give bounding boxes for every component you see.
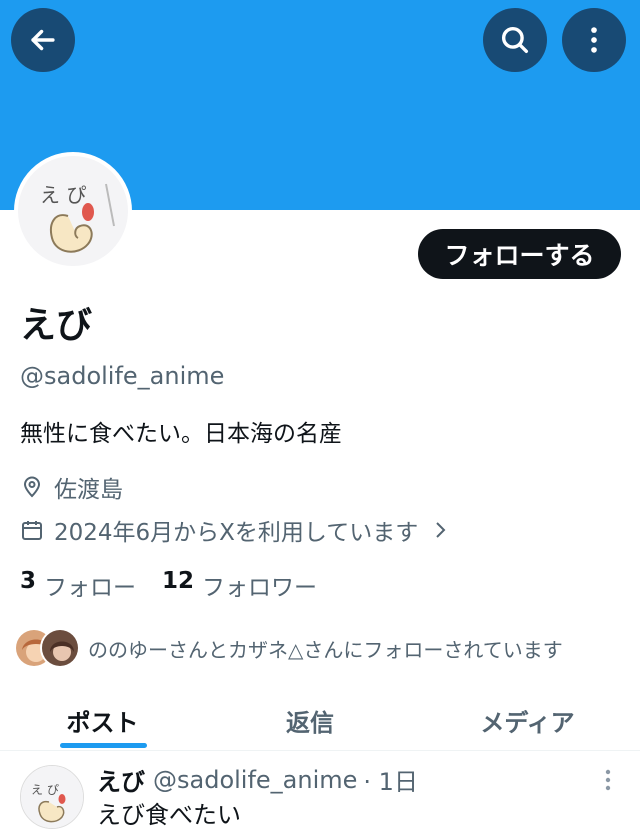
profile-name: えび (20, 305, 93, 346)
followers-count: 12 (162, 568, 195, 594)
chevron-right-icon (436, 522, 446, 538)
followed-by-row[interactable]: ののゆーさんとカザネ△さんにフォローされています (14, 628, 563, 668)
svg-text:え ぴ: え ぴ (31, 783, 59, 797)
tab-posts[interactable]: ポスト (0, 690, 205, 750)
tweet-text: えび食べたい (97, 801, 241, 829)
tab-replies[interactable]: 返信 (205, 690, 415, 750)
svg-text:え ぴ: え ぴ (40, 183, 86, 207)
joined-row[interactable]: 2024年6月からXを利用しています (20, 513, 452, 547)
profile-avatar[interactable]: え ぴ (14, 152, 132, 270)
followers-stat[interactable]: 12 フォロワー (162, 568, 317, 602)
shrimp-drawing-icon: え ぴ (18, 156, 128, 266)
following-count: 3 (20, 568, 37, 594)
more-vertical-icon (591, 27, 597, 53)
tweet-author-handle[interactable]: @sadolife_anime (153, 766, 357, 794)
joined-text: 2024年6月からXを利用しています (54, 520, 419, 546)
tweet-avatar[interactable]: え ぴ (20, 765, 84, 829)
tweet-header: えび @sadolife_anime · 1日 (97, 762, 418, 797)
active-tab-indicator (60, 743, 147, 748)
tweet-more-button[interactable] (598, 766, 618, 796)
profile-bio: 無性に食べたい。日本海の名産 (20, 421, 342, 447)
followers-label: フォロワー (202, 575, 318, 601)
following-label: フォロー (44, 575, 137, 601)
location-row: 佐渡島 (20, 470, 123, 504)
follower-avatar (40, 628, 80, 668)
search-icon (501, 26, 529, 54)
location-text: 佐渡島 (54, 477, 123, 503)
more-vertical-icon (605, 769, 611, 791)
profile-handle: @sadolife_anime (20, 362, 225, 390)
calendar-icon (22, 521, 42, 540)
follow-button[interactable]: フォローする (418, 229, 621, 279)
followed-by-text: ののゆーさんとカザネ△さんにフォローされています (88, 637, 563, 662)
tab-media[interactable]: メディア (415, 690, 640, 750)
tweet-author-name[interactable]: えび (97, 762, 145, 797)
following-stat[interactable]: 3 フォロー (20, 568, 136, 602)
shrimp-drawing-icon: え ぴ (21, 766, 83, 828)
profile-tabs: ポスト 返信 メディア (0, 690, 640, 751)
back-button[interactable] (11, 8, 75, 72)
search-button[interactable] (483, 8, 547, 72)
follow-stats: 3 フォロー 12 フォロワー (20, 568, 343, 602)
more-options-button[interactable] (562, 8, 626, 72)
tweet-time[interactable]: · 1日 (363, 762, 418, 797)
location-pin-icon (23, 476, 41, 498)
arrow-left-icon (31, 29, 55, 51)
